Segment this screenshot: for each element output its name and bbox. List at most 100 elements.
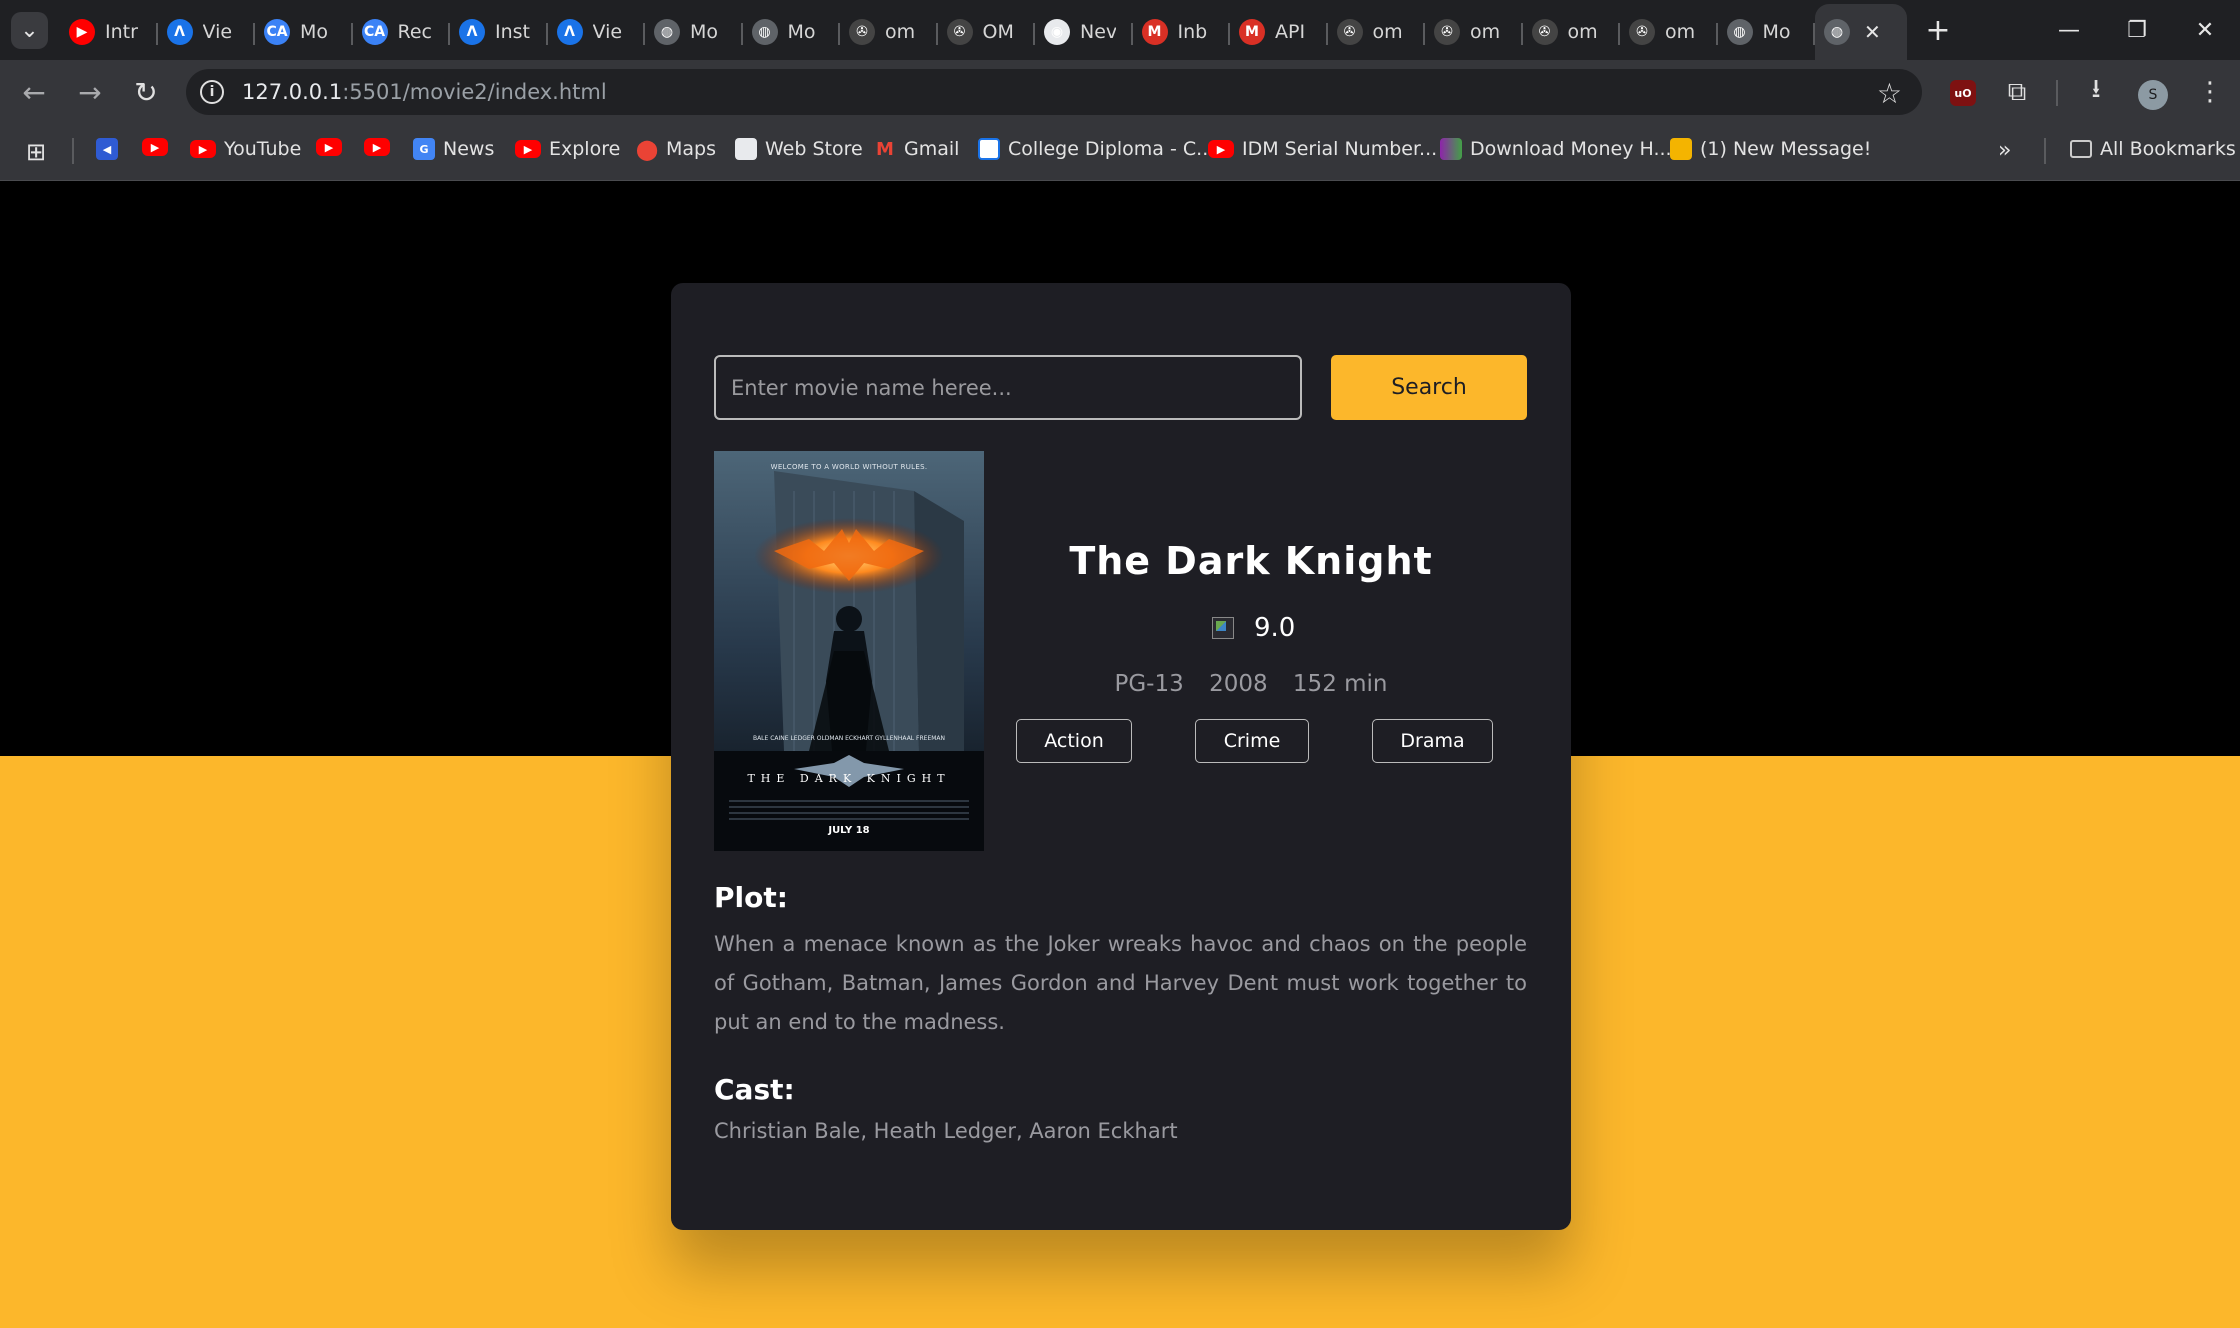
forward-button[interactable]: →: [68, 70, 112, 114]
bookmark-star-icon[interactable]: ☆: [1877, 77, 1902, 110]
rating-value: 9.0: [1254, 613, 1296, 643]
download-icon[interactable]: ⭳: [2078, 74, 2114, 110]
tab-strip: ⌄ ▶ Intr Λ Vie CA Mo CA Rec Λ Inst Λ Vie ◍ Mo ◍ Mo ✇ om ✇ O…: [0, 0, 2240, 60]
film-reel-icon: ✇: [1434, 19, 1460, 45]
browser-tab[interactable]: Λ Vie: [548, 4, 646, 60]
tab-search-button[interactable]: ⌄: [11, 12, 48, 49]
movie-runtime: 152 min: [1292, 671, 1388, 697]
ublock-extension-icon[interactable]: uO: [1950, 80, 1976, 106]
bookmark-item[interactable]: Download Money H...: [1440, 138, 1672, 160]
movie-rated: PG-13: [1114, 671, 1184, 697]
ca-logo-icon: CA: [264, 19, 290, 45]
browser-tab[interactable]: ✇ OM: [938, 4, 1036, 60]
url-text[interactable]: 127.0.0.1:5501/movie2/index.html: [242, 80, 607, 104]
a-logo-icon: Λ: [556, 19, 583, 45]
browser-tab[interactable]: M Inb: [1133, 4, 1231, 60]
youtube-icon: ▶: [69, 19, 95, 45]
tab-title: Mo: [300, 21, 329, 43]
a-logo-icon: Λ: [459, 19, 485, 45]
browser-tab[interactable]: ✇ om: [1620, 4, 1718, 60]
browser-tab[interactable]: CA Mo: [255, 4, 353, 60]
chrome-icon: ◉: [1044, 19, 1070, 45]
bookmark-label: Web Store: [765, 138, 863, 160]
tab-title: Rec: [397, 21, 432, 43]
movie-details: PG-13 2008 152 min: [1001, 671, 1501, 697]
message-icon: [1670, 138, 1692, 160]
chevron-down-icon: ⌄: [20, 18, 39, 43]
bookmark-item[interactable]: College Diploma - C...: [978, 138, 1214, 160]
extensions-puzzle-icon[interactable]: ⧉: [1999, 74, 2035, 110]
tab-title: Nev: [1080, 21, 1116, 43]
bookmark-item[interactable]: G News: [413, 138, 494, 160]
bookmarks-divider: [72, 138, 74, 164]
close-window-button[interactable]: ✕: [2182, 8, 2228, 52]
site-info-icon[interactable]: i: [200, 80, 224, 104]
browser-tab[interactable]: ✇ om: [1328, 4, 1426, 60]
bookmark-label: IDM Serial Number...: [1242, 138, 1438, 160]
bookmark-unnamed-1[interactable]: ◀: [96, 138, 126, 160]
more-bookmarks-chevron-icon[interactable]: »: [1998, 138, 2011, 163]
tab-title: om: [1567, 21, 1598, 43]
movie-card: Search: [671, 283, 1571, 1230]
maps-pin-icon: ⬤: [635, 137, 659, 161]
browser-tab[interactable]: ✇ om: [1523, 4, 1621, 60]
bookmark-item[interactable]: ⬤ Maps: [635, 137, 716, 161]
gmail-icon: M: [1141, 19, 1168, 45]
plot-text: When a menace known as the Joker wreaks …: [714, 932, 1527, 1034]
browser-tab[interactable]: ◉ Nev: [1035, 4, 1133, 60]
cast-heading: Cast:: [714, 1073, 795, 1106]
bookmark-item[interactable]: M Gmail: [874, 138, 959, 160]
browser-tab[interactable]: CA Rec: [353, 4, 451, 60]
bookmark-item[interactable]: ▶ IDM Serial Number...: [1208, 138, 1437, 160]
browser-tab[interactable]: ▶ Intr: [60, 4, 158, 60]
a-logo-icon: Λ: [166, 19, 193, 45]
back-button[interactable]: ←: [12, 70, 56, 114]
address-bar[interactable]: i 127.0.0.1:5501/movie2/index.html ☆: [186, 69, 1922, 115]
apps-grid-icon[interactable]: ⊞: [26, 138, 46, 166]
globe-icon: ◍: [654, 19, 680, 45]
browser-toolbar: ← → ↻ i 127.0.0.1:5501/movie2/index.html…: [0, 60, 2240, 124]
google-news-icon: G: [413, 138, 435, 160]
restore-button[interactable]: ❐: [2114, 8, 2160, 52]
new-tab-button[interactable]: +: [1918, 10, 1958, 50]
bookmark-label: Maps: [666, 138, 716, 160]
browser-tab-active[interactable]: ◍ ✕: [1815, 4, 1907, 60]
tab-title: API: [1275, 21, 1306, 43]
browser-tab[interactable]: ✇ om: [1425, 4, 1523, 60]
bookmark-item[interactable]: ▶ Explore: [515, 138, 620, 160]
close-tab-icon[interactable]: ✕: [1864, 20, 1881, 44]
bookmark-item[interactable]: Web Store: [735, 138, 863, 160]
browser-tab[interactable]: M API: [1230, 4, 1328, 60]
movie-rating: 9.0: [1212, 613, 1295, 643]
film-reel-icon: ✇: [1531, 19, 1558, 45]
browser-tab[interactable]: ✇ om: [840, 4, 938, 60]
bookmark-item[interactable]: (1) New Message!: [1670, 138, 1871, 160]
browser-tab[interactable]: ◍ Mo: [1718, 4, 1816, 60]
bookmark-unnamed-3[interactable]: ▶: [316, 138, 350, 156]
all-bookmarks-button[interactable]: All Bookmarks: [2070, 138, 2236, 160]
bookmark-label: News: [443, 138, 495, 160]
globe-icon: ◍: [751, 19, 778, 45]
tab-title: om: [1372, 21, 1403, 43]
browser-tab[interactable]: ◍ Mo: [645, 4, 743, 60]
web-store-icon: [735, 138, 757, 160]
browser-tab[interactable]: ◍ Mo: [743, 4, 841, 60]
tab-title: Vie: [592, 21, 623, 43]
bookmark-label: Download Money H...: [1470, 138, 1672, 160]
menu-kebab-icon[interactable]: ⋮: [2192, 74, 2228, 110]
profile-avatar[interactable]: S: [2138, 80, 2168, 110]
page: Search: [0, 181, 2240, 1328]
film-reel-icon: ✇: [1336, 19, 1363, 45]
youtube-icon: ▶: [142, 138, 168, 156]
browser-tab[interactable]: Λ Vie: [158, 4, 256, 60]
movie-poster: WELCOME TO A WORLD WITHOUT RULES. BALE C…: [714, 451, 984, 851]
browser-tab[interactable]: Λ Inst: [450, 4, 548, 60]
star-icon: [1212, 617, 1234, 639]
reload-button[interactable]: ↻: [124, 70, 168, 114]
minimize-button[interactable]: —: [2046, 8, 2092, 52]
bookmark-item[interactable]: ▶ YouTube: [190, 138, 301, 160]
bookmark-unnamed-4[interactable]: ▶: [364, 138, 398, 156]
bookmark-unnamed-2[interactable]: ▶: [142, 138, 176, 156]
search-button[interactable]: Search: [1331, 355, 1527, 420]
movie-search-input[interactable]: [714, 355, 1302, 420]
